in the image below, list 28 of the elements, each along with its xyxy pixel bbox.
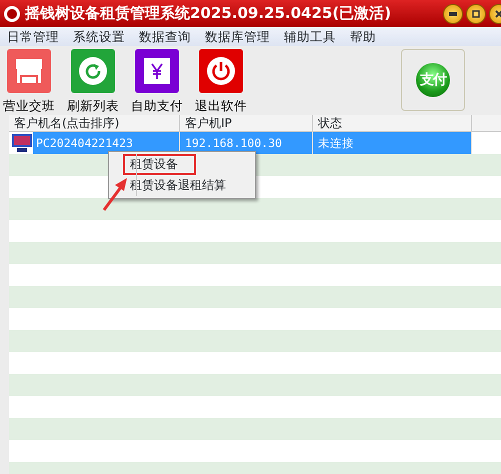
menu-item[interactable]: 帮助 [343, 27, 383, 46]
toolbar-button[interactable]: 退出软件 [195, 49, 247, 113]
window-title: 摇钱树设备租赁管理系统2025.09.25.0425(已激活) [25, 3, 392, 24]
annotation-arrow [102, 178, 127, 211]
close-icon [494, 8, 501, 18]
table-cell: 192.168.100.30 [180, 132, 313, 154]
computer-icon [11, 133, 33, 153]
menu-item[interactable]: 辅助工具 [277, 27, 343, 46]
toolbar-button[interactable]: 营业交班 [3, 49, 55, 113]
column-header[interactable]: 客户机IP [180, 115, 313, 131]
power-icon [206, 56, 236, 86]
refresh-icon [78, 56, 108, 86]
column-header[interactable]: 客户机名(点击排序) [9, 115, 180, 131]
menu-item[interactable]: 日常管理 [0, 27, 66, 46]
pay-badge: 支付 [416, 63, 450, 97]
menu-item[interactable]: 数据库管理 [198, 27, 277, 46]
printer-icon [14, 57, 44, 85]
toolbar-button[interactable]: 自助支付 [131, 49, 183, 113]
yen-icon [144, 58, 170, 84]
minimize-button[interactable] [443, 4, 463, 24]
app-icon [4, 6, 20, 22]
toolbar-button[interactable]: 刷新列表 [67, 49, 119, 113]
menu-item[interactable]: 系统设置 [66, 27, 132, 46]
menu-item[interactable]: 数据查询 [132, 27, 198, 46]
maximize-button[interactable] [466, 4, 486, 24]
maximize-icon [471, 8, 481, 18]
table-cell: 未连接 [313, 132, 472, 154]
column-header[interactable]: 状态 [313, 115, 472, 131]
